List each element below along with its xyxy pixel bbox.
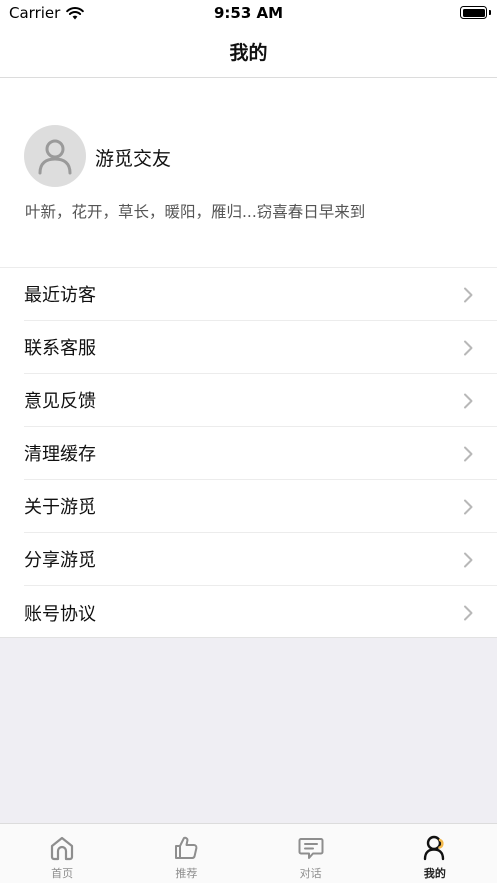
menu-item-share[interactable]: 分享游觅 — [24, 533, 497, 586]
tab-label: 对话 — [299, 867, 322, 880]
menu-item-clear-cache[interactable]: 清理缓存 — [24, 427, 497, 480]
chevron-right-icon — [464, 552, 473, 568]
menu-item-label: 账号协议 — [24, 603, 96, 625]
screen: Carrier 9:53 AM 我的 游觅交友 叶新，花开，草长，暖阳，雁归..… — [0, 0, 497, 883]
status-bar: Carrier 9:53 AM — [0, 0, 497, 26]
menu-item-recent-visitors[interactable]: 最近访客 — [24, 268, 497, 321]
tab-mine[interactable]: 我的 — [373, 824, 497, 883]
profile-header[interactable]: 游觅交友 叶新，花开，草长，暖阳，雁归...窃喜春日早来到 — [0, 78, 497, 268]
tab-label: 推荐 — [175, 867, 198, 880]
menu-item-label: 分享游觅 — [24, 550, 96, 571]
menu-item-feedback[interactable]: 意见反馈 — [24, 374, 497, 427]
battery-tip — [489, 10, 491, 15]
empty-background — [0, 637, 497, 823]
menu-item-label: 关于游觅 — [24, 497, 96, 518]
chevron-right-icon — [464, 340, 473, 356]
chevron-right-icon — [464, 287, 473, 303]
chevron-right-icon — [464, 499, 473, 515]
menu-item-account-agreement[interactable]: 账号协议 — [24, 586, 497, 639]
battery-icon — [460, 6, 487, 19]
tab-label: 首页 — [51, 867, 74, 880]
tab-chat[interactable]: 对话 — [249, 824, 373, 883]
home-icon — [51, 836, 74, 861]
menu-item-label: 最近访客 — [24, 285, 96, 306]
thumbs-up-icon — [175, 836, 198, 859]
profile-icon — [423, 835, 445, 861]
menu-item-label: 意见反馈 — [24, 391, 96, 412]
menu-item-label: 清理缓存 — [24, 444, 96, 465]
menu-item-contact-support[interactable]: 联系客服 — [24, 321, 497, 374]
tab-home[interactable]: 首页 — [0, 824, 124, 883]
menu-item-about[interactable]: 关于游觅 — [24, 480, 497, 533]
menu-item-label: 联系客服 — [24, 338, 96, 359]
chat-icon — [298, 838, 324, 859]
default-avatar-icon — [38, 139, 72, 175]
chevron-right-icon — [464, 393, 473, 409]
nav-bar: 我的 — [0, 26, 497, 78]
chevron-right-icon — [464, 446, 473, 462]
profile-name: 游觅交友 — [95, 148, 172, 170]
profile-bio: 叶新，花开，草长，暖阳，雁归...窃喜春日早来到 — [25, 203, 366, 221]
avatar[interactable] — [24, 125, 86, 187]
tab-bar: 首页 推荐 对话 我的 — [0, 823, 497, 883]
chevron-right-icon — [464, 605, 473, 621]
tab-recommend[interactable]: 推荐 — [124, 824, 248, 883]
settings-menu: 最近访客 联系客服 意见反馈 清理缓存 关于游觅 分享游觅 账号协议 — [0, 268, 497, 639]
battery-fill — [462, 8, 485, 17]
tab-label: 我的 — [423, 867, 446, 880]
page-title: 我的 — [229, 42, 268, 64]
status-time: 9:53 AM — [213, 4, 284, 22]
